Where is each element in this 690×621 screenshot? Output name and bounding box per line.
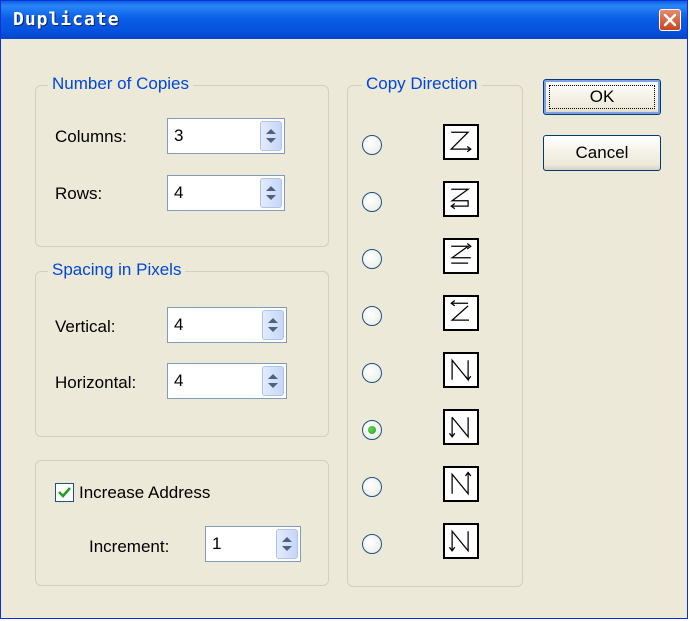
spin-arrows-icon	[266, 186, 276, 200]
cancel-label: Cancel	[575, 143, 629, 162]
increment-value: 1	[212, 534, 222, 553]
spin-arrows-icon	[282, 537, 292, 551]
increase-address-checkbox[interactable]	[55, 483, 74, 502]
rows-spin-arrows[interactable]	[260, 178, 282, 208]
horizontal-value: 4	[174, 371, 184, 390]
columns-value: 3	[174, 126, 184, 145]
z-right-top-icon[interactable]	[443, 238, 479, 274]
horizontal-spinner[interactable]: 4	[167, 363, 287, 399]
horizontal-spin-arrows[interactable]	[262, 366, 284, 396]
checkmark-icon	[58, 487, 71, 498]
copy-direction-radio-4[interactable]	[362, 306, 382, 326]
copy-direction-radio-6[interactable]	[362, 420, 382, 440]
z-left-bottom-icon[interactable]	[443, 181, 479, 217]
increment-label: Increment:	[89, 537, 170, 556]
columns-spinner[interactable]: 3	[167, 118, 285, 154]
vertical-label: Vertical:	[55, 317, 116, 336]
spin-arrows-icon	[266, 129, 276, 143]
number-of-copies-title: Number of Copies	[48, 74, 194, 94]
columns-spin-arrows[interactable]	[260, 121, 282, 151]
copy-direction-title: Copy Direction	[362, 74, 482, 94]
n-down-right-icon[interactable]	[443, 352, 479, 388]
n-down-left-icon[interactable]	[443, 409, 479, 445]
address-group	[35, 460, 329, 586]
close-icon	[663, 13, 677, 27]
spacing-group: Spacing in Pixels	[35, 260, 329, 437]
rows-value: 4	[174, 183, 184, 202]
increment-spin-arrows[interactable]	[276, 529, 298, 559]
rows-label: Rows:	[55, 184, 103, 203]
copy-direction-radio-3[interactable]	[362, 249, 382, 269]
number-of-copies-group: Number of Copies	[35, 74, 329, 247]
copy-direction-radio-7[interactable]	[362, 477, 382, 497]
vertical-spin-arrows[interactable]	[262, 310, 284, 340]
spacing-title: Spacing in Pixels	[48, 260, 186, 280]
horizontal-label: Horizontal:	[55, 373, 137, 392]
spin-arrows-icon	[268, 318, 278, 332]
duplicate-dialog: Duplicate Number of Copies Columns: 3 Ro…	[0, 0, 688, 619]
n-down-left-alt-icon[interactable]	[443, 523, 479, 559]
close-button[interactable]	[659, 9, 681, 31]
copy-direction-radio-5[interactable]	[362, 363, 382, 383]
copy-direction-radio-1[interactable]	[362, 135, 382, 155]
increment-spinner[interactable]: 1	[205, 526, 301, 562]
rows-spinner[interactable]: 4	[167, 175, 285, 211]
copy-direction-radio-2[interactable]	[362, 192, 382, 212]
spin-arrows-icon	[268, 374, 278, 388]
n-up-right-icon[interactable]	[443, 466, 479, 502]
vertical-spinner[interactable]: 4	[167, 307, 287, 343]
cancel-button[interactable]: Cancel	[543, 135, 661, 171]
vertical-value: 4	[174, 315, 184, 334]
increase-address-label[interactable]: Increase Address	[79, 483, 210, 503]
z-right-icon[interactable]	[443, 124, 479, 160]
focus-rect	[549, 85, 655, 109]
copy-direction-radio-8[interactable]	[362, 534, 382, 554]
window-title: Duplicate	[13, 9, 120, 30]
z-left-top-icon[interactable]	[443, 295, 479, 331]
title-bar[interactable]: Duplicate	[1, 1, 687, 39]
ok-button[interactable]: OK	[543, 79, 661, 115]
columns-label: Columns:	[55, 127, 127, 146]
copy-direction-group: Copy Direction	[347, 74, 523, 587]
